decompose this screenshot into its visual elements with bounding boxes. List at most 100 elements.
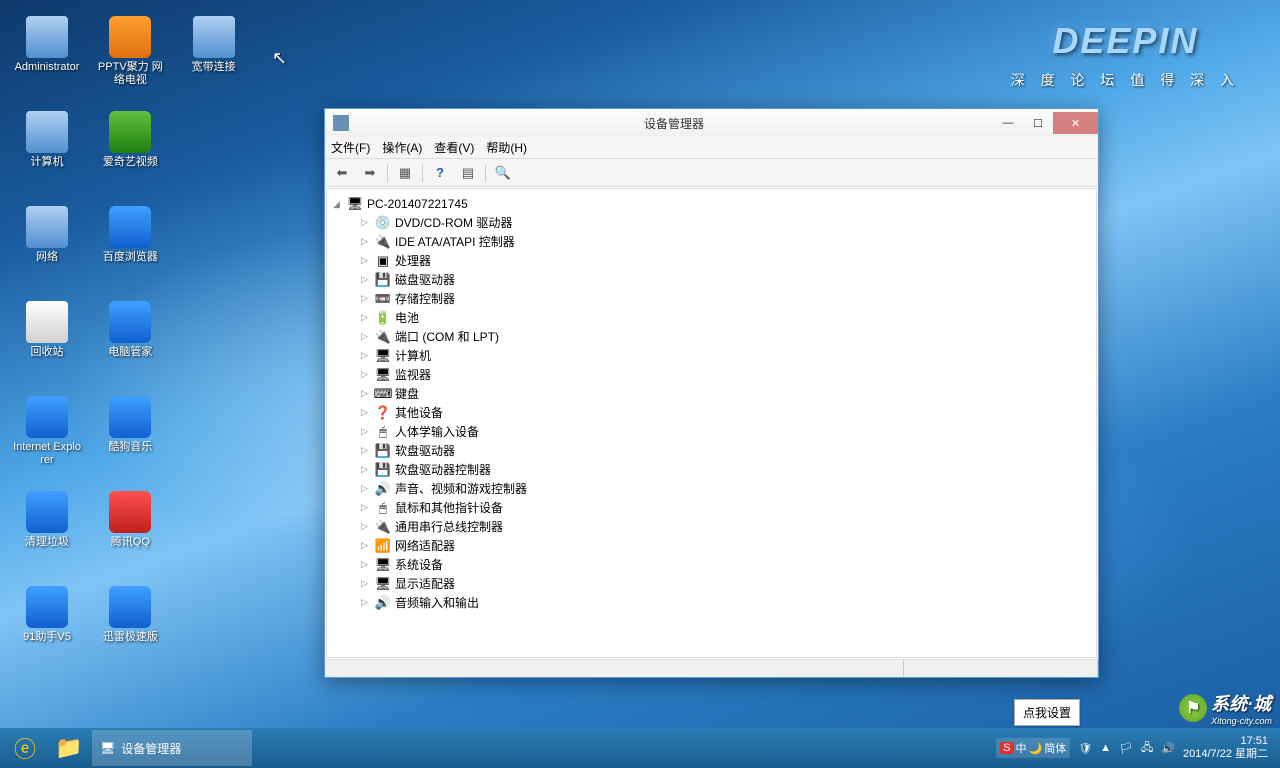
tree-node[interactable]: ▷💾软盘驱动器控制器 xyxy=(359,460,1092,479)
collapse-icon[interactable]: ◢ xyxy=(333,199,343,210)
expand-icon[interactable]: ▷ xyxy=(361,502,371,513)
ime-mode: 简体 xyxy=(1044,740,1066,756)
expand-icon[interactable]: ▷ xyxy=(361,464,371,475)
tree-node[interactable]: ▷❓其他设备 xyxy=(359,403,1092,422)
expand-icon[interactable]: ▷ xyxy=(361,483,371,494)
desktop-icon[interactable]: 网络 xyxy=(10,200,84,295)
tree-node[interactable]: ▷📼存储控制器 xyxy=(359,289,1092,308)
expand-icon[interactable]: ▷ xyxy=(361,407,371,418)
maximize-button[interactable]: ☐ xyxy=(1023,112,1053,134)
expand-icon[interactable]: ▷ xyxy=(361,255,371,266)
expand-icon[interactable]: ▷ xyxy=(361,236,371,247)
window-controls: ― ☐ ✕ xyxy=(993,112,1098,134)
expand-icon[interactable]: ▷ xyxy=(361,426,371,437)
tree-node[interactable]: ▷▣处理器 xyxy=(359,251,1092,270)
tree-node[interactable]: ▷🖱鼠标和其他指针设备 xyxy=(359,498,1092,517)
app-icon: 🖥 xyxy=(100,741,115,755)
expand-icon[interactable]: ▷ xyxy=(361,217,371,228)
expand-icon[interactable]: ▷ xyxy=(361,369,371,380)
clock[interactable]: 17:51 2014/7/22 星期二 xyxy=(1183,735,1268,761)
desktop-icon[interactable]: PPTV聚力 网络电视 xyxy=(93,10,167,105)
tree-node[interactable]: ▷💾磁盘驱动器 xyxy=(359,270,1092,289)
close-button[interactable]: ✕ xyxy=(1053,112,1098,134)
desktop-icon[interactable]: Administrator xyxy=(10,10,84,105)
tree-node[interactable]: ▷💿DVD/CD-ROM 驱动器 xyxy=(359,213,1092,232)
menu-file[interactable]: 文件(F) xyxy=(331,139,370,156)
icon-label: 电脑管家 xyxy=(108,346,152,359)
icon-label: 网络 xyxy=(36,251,58,264)
tree-node[interactable]: ▷🖥监视器 xyxy=(359,365,1092,384)
tree-node[interactable]: ▷🔌IDE ATA/ATAPI 控制器 xyxy=(359,232,1092,251)
taskbar-explorer[interactable]: 📁 xyxy=(48,730,90,766)
tray-network-icon[interactable]: 🖧 xyxy=(1141,739,1153,758)
expand-icon[interactable]: ▷ xyxy=(361,445,371,456)
device-icon: 🔌 xyxy=(375,234,391,250)
tray-notify-icon[interactable]: ▲ xyxy=(1100,742,1111,754)
tree-view-button[interactable]: ▦ xyxy=(394,162,416,184)
app-icon xyxy=(109,396,151,438)
tray-flag-icon[interactable]: 🏳 xyxy=(1119,742,1133,755)
expand-icon[interactable]: ▷ xyxy=(361,293,371,304)
device-icon: 🖥 xyxy=(375,367,391,383)
scan-button[interactable]: 🔍 xyxy=(492,162,514,184)
tray-shield-icon[interactable]: 🛡 xyxy=(1078,742,1092,755)
desktop-icon[interactable]: 清理垃圾 xyxy=(10,485,84,580)
expand-icon[interactable]: ▷ xyxy=(361,559,371,570)
expand-icon[interactable]: ▷ xyxy=(361,350,371,361)
expand-icon[interactable]: ▷ xyxy=(361,597,371,608)
expand-icon[interactable]: ▷ xyxy=(361,521,371,532)
tree-node[interactable]: ▷📶网络适配器 xyxy=(359,536,1092,555)
desktop-icon[interactable]: 电脑管家 xyxy=(93,295,167,390)
desktop-icon[interactable]: 酷狗音乐 xyxy=(93,390,167,485)
brand-logo: DEEPIN 深 度 论 坛 值 得 深 入 xyxy=(1011,20,1240,90)
desktop-icon[interactable]: 计算机 xyxy=(10,105,84,200)
separator xyxy=(485,164,486,182)
desktop-icon[interactable]: 爱奇艺视频 xyxy=(93,105,167,200)
app-icon xyxy=(26,396,68,438)
desktop-icon[interactable]: 回收站 xyxy=(10,295,84,390)
minimize-button[interactable]: ― xyxy=(993,112,1023,134)
tree-node[interactable]: ▷🔋电池 xyxy=(359,308,1092,327)
desktop-icon[interactable]: Internet Explorer xyxy=(10,390,84,485)
help-button[interactable]: ? xyxy=(429,162,451,184)
expand-icon[interactable]: ▷ xyxy=(361,388,371,399)
desktop-icon[interactable]: 腾讯QQ xyxy=(93,485,167,580)
tree-node[interactable]: ▷🖱人体学输入设备 xyxy=(359,422,1092,441)
settings-popup-button[interactable]: 点我设置 xyxy=(1014,699,1080,726)
icon-label: 酷狗音乐 xyxy=(108,441,152,454)
tree-node[interactable]: ▷💾软盘驱动器 xyxy=(359,441,1092,460)
tray-volume-icon[interactable]: 🔊 xyxy=(1161,742,1175,755)
expand-icon[interactable]: ▷ xyxy=(361,312,371,323)
ime-indicator[interactable]: S 中 🌙 简体 xyxy=(996,738,1070,758)
device-icon: 🔌 xyxy=(375,519,391,535)
tree-node[interactable]: ▷🔌端口 (COM 和 LPT) xyxy=(359,327,1092,346)
forward-button[interactable]: ➡ xyxy=(359,162,381,184)
taskbar-ie[interactable]: ⓔ xyxy=(4,730,46,766)
menu-view[interactable]: 查看(V) xyxy=(434,139,474,156)
desktop-icon[interactable]: 91助手V5 xyxy=(10,580,84,675)
menu-action[interactable]: 操作(A) xyxy=(382,139,422,156)
desktop-icon[interactable]: 迅雷极速版 xyxy=(93,580,167,675)
tree-root-node[interactable]: ◢ 🖥 PC-201407221745 xyxy=(331,195,1092,213)
expand-icon[interactable]: ▷ xyxy=(361,274,371,285)
tree-node[interactable]: ▷🔌通用串行总线控制器 xyxy=(359,517,1092,536)
details-button[interactable]: ▤ xyxy=(457,162,479,184)
tree-node[interactable]: ▷⌨键盘 xyxy=(359,384,1092,403)
tree-node[interactable]: ▷🔊音频输入和输出 xyxy=(359,593,1092,612)
device-tree[interactable]: ◢ 🖥 PC-201407221745 ▷💿DVD/CD-ROM 驱动器▷🔌ID… xyxy=(326,188,1097,658)
desktop-icon[interactable]: 百度浏览器 xyxy=(93,200,167,295)
tree-node[interactable]: ▷🖥系统设备 xyxy=(359,555,1092,574)
expand-icon[interactable]: ▷ xyxy=(361,578,371,589)
menu-help[interactable]: 帮助(H) xyxy=(486,139,527,156)
tree-node[interactable]: ▷🖥计算机 xyxy=(359,346,1092,365)
expand-icon[interactable]: ▷ xyxy=(361,331,371,342)
tree-node[interactable]: ▷🔊声音、视频和游戏控制器 xyxy=(359,479,1092,498)
taskbar-device-manager[interactable]: 🖥 设备管理器 xyxy=(92,730,252,766)
desktop-icon[interactable]: 宽带连接 xyxy=(177,10,251,105)
node-label: 计算机 xyxy=(395,347,431,364)
window-icon xyxy=(333,115,349,131)
expand-icon[interactable]: ▷ xyxy=(361,540,371,551)
back-button[interactable]: ⬅ xyxy=(331,162,353,184)
titlebar[interactable]: 设备管理器 ― ☐ ✕ xyxy=(325,109,1098,137)
tree-node[interactable]: ▷🖥显示适配器 xyxy=(359,574,1092,593)
